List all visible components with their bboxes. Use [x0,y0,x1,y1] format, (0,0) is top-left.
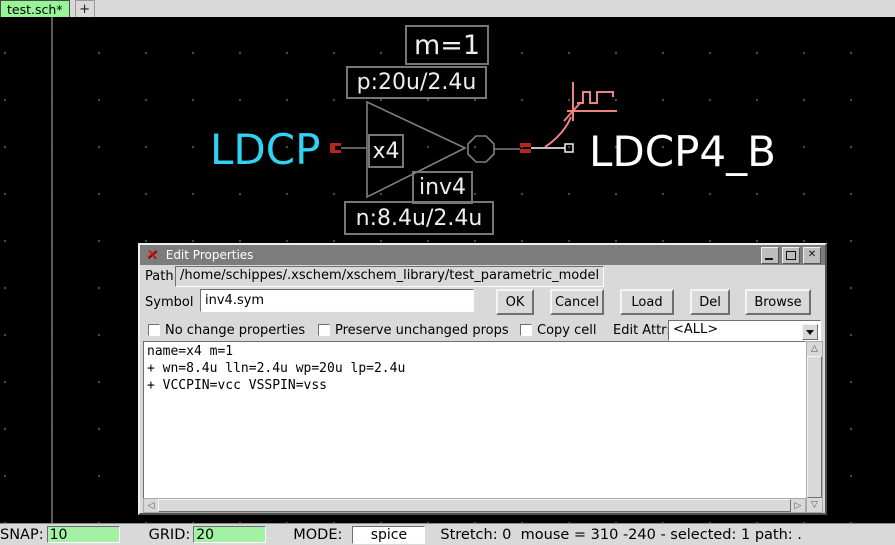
grid-input[interactable] [193,526,266,543]
edit-properties-dialog: ✕ Edit Properties ✕ Path: /home/schippes… [138,243,827,515]
edit-attr-label: Edit Attr: [613,323,671,338]
copy-cell-checkbox[interactable] [520,324,532,336]
path-label: Path: [145,269,178,284]
param-label-n[interactable]: n:8.4u/2.4u [344,201,494,235]
maximize-button[interactable] [782,247,800,264]
mode-label: MODE: [293,527,342,543]
cell-name-label[interactable]: inv4 [412,171,473,204]
output-wire[interactable] [531,144,573,152]
param-label-m[interactable]: m=1 [405,25,489,65]
horizontal-scrollbar[interactable]: ◁ ▷ [143,498,806,513]
scroll-left-icon[interactable]: ◁ [144,499,158,512]
maximize-icon [786,251,796,260]
scroll-up-icon[interactable]: △ [807,342,822,356]
dialog-titlebar[interactable]: ✕ Edit Properties ✕ [140,245,825,265]
ok-button[interactable]: OK [496,289,534,315]
edit-attr-dropdown[interactable]: <ALL> [668,320,821,341]
param-p-text: p:20u/2.4u [357,70,477,95]
new-tab-button[interactable]: + [75,0,95,17]
minimize-button[interactable] [761,247,779,264]
tab-test-sch[interactable]: test.sch* [0,0,70,17]
vertical-scroll-thumb[interactable] [807,356,822,498]
load-button[interactable]: Load [620,289,674,315]
path-value: /home/schippes/.xschem/xschem_library/te… [175,266,604,287]
scroll-right-icon[interactable]: ▷ [791,499,805,512]
browse-button[interactable]: Browse [745,289,811,315]
symbol-label: Symbol [145,295,193,310]
status-bar: SNAP: GRID: MODE: Stretch: 0 mouse = 310… [0,523,895,545]
chevron-down-icon[interactable] [802,324,818,340]
param-n-text: n:8.4u/2.4u [356,206,483,231]
snap-input[interactable] [47,526,120,543]
edit-attr-value: <ALL> [673,322,718,337]
tab-label: test.sch* [7,2,63,17]
symbol-input[interactable] [200,289,474,312]
instance-mult-label[interactable]: x4 [368,134,404,168]
close-button[interactable]: ✕ [803,247,821,264]
mode-input[interactable] [352,526,425,544]
no-change-properties-checkbox[interactable] [148,324,160,336]
output-net-label[interactable]: LDCP4_B [589,127,776,176]
properties-textarea[interactable]: name=x4 m=1 + wn=8.4u lln=2.4u wp=20u lp… [143,341,806,499]
del-button[interactable]: Del [690,289,730,315]
param-m-text: m=1 [414,30,480,61]
input-pin[interactable] [330,143,341,153]
preserve-unchanged-props-label: Preserve unchanged props [335,323,509,338]
xschem-logo-icon: ✕ [145,247,160,263]
dialog-title: Edit Properties [166,248,758,262]
tab-bar: test.sch* + [0,0,895,17]
grid-label: GRID: [149,527,191,543]
preserve-unchanged-props-checkbox[interactable] [318,324,330,336]
minimize-icon [765,258,773,260]
horizontal-scroll-thumb[interactable] [158,499,791,512]
cancel-button[interactable]: Cancel [550,289,604,315]
no-change-properties-label: No change properties [165,323,305,338]
param-label-p[interactable]: p:20u/2.4u [346,66,487,99]
snap-label: SNAP: [0,527,44,543]
mult-text: x4 [372,139,399,164]
output-pin[interactable] [520,143,531,153]
input-net-label[interactable]: LDCP [210,125,320,174]
vertical-scrollbar[interactable]: △ ▽ [806,341,823,513]
scroll-down-icon[interactable]: ▽ [807,498,822,512]
close-icon: ✕ [808,250,816,260]
plus-icon: + [79,2,90,17]
status-info-text: Stretch: 0 mouse = 310 -240 - selected: … [440,527,802,543]
cell-name-text: inv4 [419,175,466,200]
copy-cell-label: Copy cell [537,323,596,338]
